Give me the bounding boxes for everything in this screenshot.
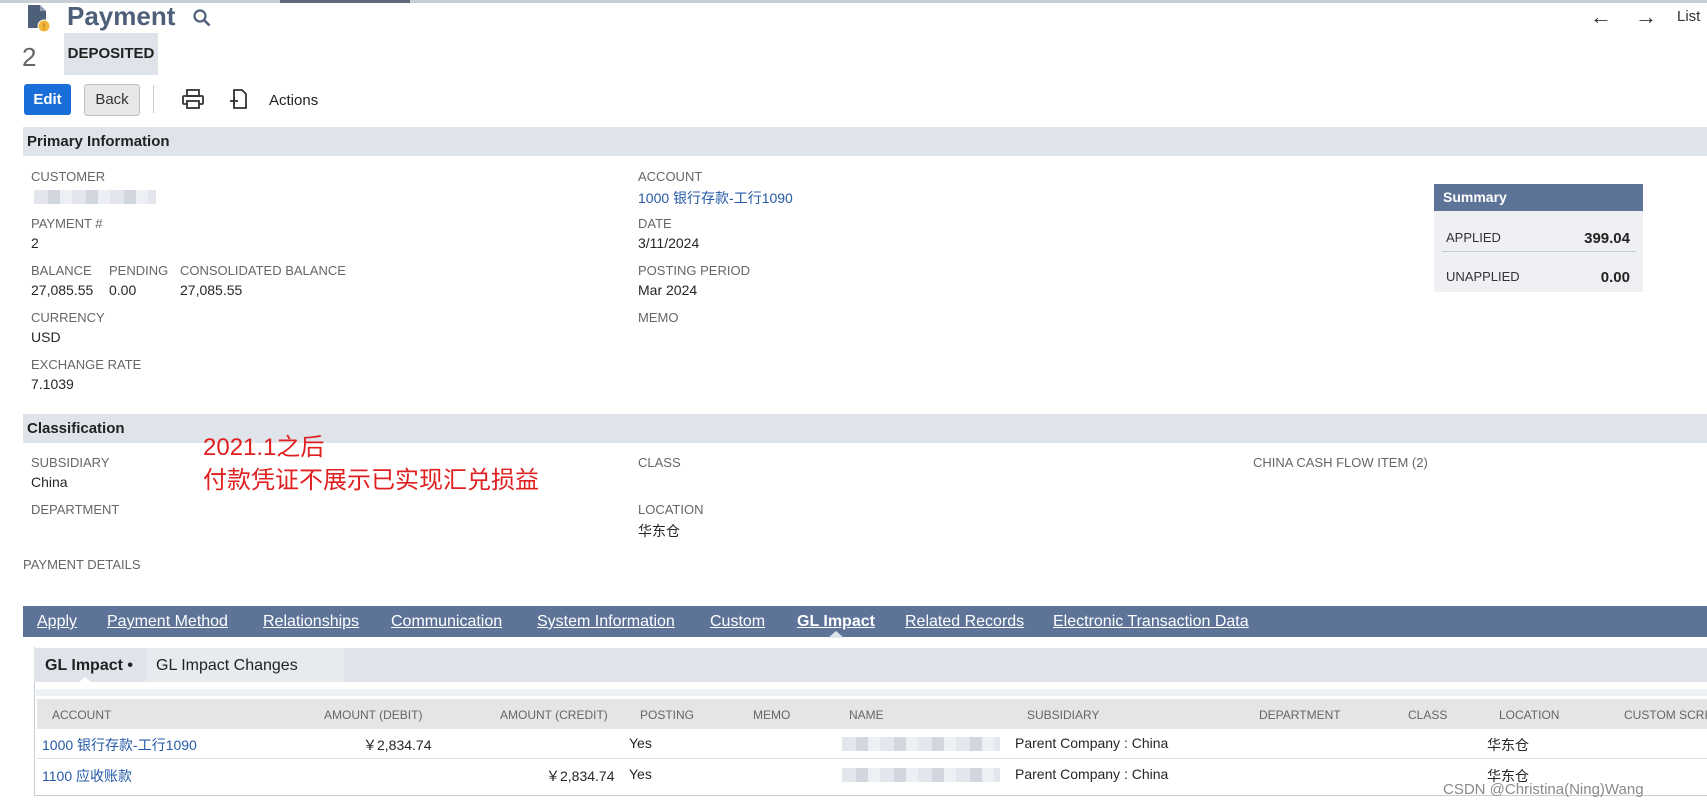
customer-label: CUSTOMER [31, 169, 106, 184]
subsidiary-value: China [31, 474, 68, 490]
account-label: ACCOUNT [638, 169, 703, 184]
consolidated-balance-label: CONSOLIDATED BALANCE [180, 263, 346, 278]
tab-related-records[interactable]: Related Records [905, 613, 1024, 631]
pending-value: 0.00 [109, 282, 137, 298]
row-subsidiary: Parent Company : China [1015, 735, 1169, 751]
col-subsidiary[interactable]: SUBSIDIARY [1027, 708, 1099, 722]
currency-label: CURRENCY [31, 310, 105, 325]
row-location: 华东仓 [1487, 737, 1529, 753]
pending-label: PENDING [109, 263, 169, 278]
payment-number-value: 2 [31, 235, 39, 251]
inner-tab-caret [78, 677, 92, 683]
unapplied-value: 0.00 [1600, 269, 1630, 286]
inner-tab-gl-impact-changes[interactable]: GL Impact Changes [156, 657, 298, 675]
tab-relationships[interactable]: Relationships [263, 613, 359, 631]
col-amount-credit[interactable]: AMOUNT (CREDIT) [500, 708, 608, 722]
unapplied-label: UNAPPLIED [1446, 269, 1520, 284]
next-record-arrow-icon[interactable]: → [1635, 4, 1657, 30]
exchange-rate-label: EXCHANGE RATE [31, 357, 142, 372]
row-posting: Yes [629, 766, 652, 782]
summary-divider [1442, 251, 1636, 252]
search-icon[interactable] [193, 9, 211, 27]
tab-payment-method[interactable]: Payment Method [107, 613, 228, 631]
memo-label: MEMO [638, 310, 679, 325]
row-account-link[interactable]: 1000 银行存款-工行1090 [42, 735, 197, 755]
edit-button[interactable]: Edit [24, 84, 71, 115]
date-label: DATE [638, 216, 672, 231]
gl-table-header: ACCOUNT AMOUNT (DEBIT) AMOUNT (CREDIT) P… [37, 699, 1707, 729]
active-tab-caret [828, 631, 844, 638]
payment-details-label: PAYMENT DETAILS [23, 557, 141, 572]
row-account-link[interactable]: 1100 应收账款 [42, 766, 132, 786]
posting-period-label: POSTING PERIOD [638, 263, 750, 278]
col-location[interactable]: LOCATION [1499, 708, 1559, 722]
payment-number-label: PAYMENT # [31, 216, 103, 231]
watermark: CSDN @Christina(Ning)Wang [1443, 781, 1644, 798]
row-credit: ￥2,834.74 [546, 768, 615, 784]
actions-menu[interactable]: Actions [269, 92, 318, 109]
payment-record-icon: ! [28, 5, 50, 32]
row-subsidiary: Parent Company : China [1015, 766, 1169, 782]
new-document-icon[interactable] [228, 88, 250, 110]
account-link[interactable]: 1000 银行存款-工行1090 [638, 188, 793, 208]
col-custom-script[interactable]: CUSTOM SCRI [1624, 708, 1707, 722]
balance-value: 27,085.55 [31, 282, 94, 298]
location-label: LOCATION [638, 502, 704, 517]
china-cash-flow-item-label: CHINA CASH FLOW ITEM (2) [1253, 455, 1428, 470]
currency-value: USD [31, 329, 61, 345]
col-class[interactable]: CLASS [1408, 708, 1447, 722]
tab-apply[interactable]: Apply [37, 613, 77, 631]
annotation-line-1: 2021.1之后 [203, 434, 325, 461]
tab-electronic-transaction-data[interactable]: Electronic Transaction Data [1053, 613, 1249, 631]
col-department[interactable]: DEPARTMENT [1259, 708, 1341, 722]
tab-custom[interactable]: Custom [710, 613, 765, 631]
page-title: Payment [67, 1, 176, 31]
summary-title: Summary [1434, 184, 1643, 211]
red-annotation: 2021.1之后 付款凭证不展示已实现汇兑损益 [203, 431, 539, 497]
list-link[interactable]: List [1677, 8, 1700, 25]
previous-record-arrow-icon[interactable]: ← [1590, 4, 1612, 30]
customer-value-redacted[interactable] [34, 190, 156, 204]
subtab-bar: Apply Payment Method Relationships Commu… [23, 606, 1707, 637]
posting-period-value: Mar 2024 [638, 282, 698, 298]
tab-communication[interactable]: Communication [391, 613, 502, 631]
toolbar-divider [153, 85, 154, 113]
back-button[interactable]: Back [84, 84, 140, 116]
record-number: 2 [22, 42, 37, 72]
col-account[interactable]: ACCOUNT [52, 708, 111, 722]
inner-tab-gl-impact[interactable]: GL Impact • [45, 657, 133, 675]
class-label: CLASS [638, 455, 681, 470]
print-icon[interactable] [182, 89, 204, 109]
subsidiary-label: SUBSIDIARY [31, 455, 110, 470]
col-posting[interactable]: POSTING [640, 708, 694, 722]
tab-gl-impact[interactable]: GL Impact [797, 613, 875, 631]
svg-text:!: ! [43, 23, 45, 32]
col-amount-debit[interactable]: AMOUNT (DEBIT) [324, 708, 422, 722]
balance-label: BALANCE [31, 263, 92, 278]
table-row: 1000 银行存款-工行1090 ￥2,834.74 Yes Parent Co… [37, 729, 1707, 759]
top-progress-line [0, 0, 1707, 3]
location-value: 华东仓 [638, 523, 680, 539]
exchange-rate-value: 7.1039 [31, 376, 74, 392]
col-memo[interactable]: MEMO [753, 708, 790, 722]
summary-panel: Summary APPLIED 399.04 UNAPPLIED 0.00 [1434, 184, 1643, 292]
date-value: 3/11/2024 [638, 235, 700, 251]
panel-stripe [36, 689, 1707, 696]
applied-value: 399.04 [1584, 230, 1630, 247]
section-primary-information[interactable]: Primary Information [23, 127, 1707, 156]
row-debit: ￥2,834.74 [363, 737, 432, 753]
status-badge: DEPOSITED [64, 33, 158, 75]
row-name-redacted[interactable] [842, 768, 1000, 782]
annotation-line-2: 付款凭证不展示已实现汇兑损益 [203, 467, 539, 494]
consolidated-balance-value: 27,085.55 [180, 282, 243, 298]
tab-system-information[interactable]: System Information [537, 613, 675, 631]
col-name[interactable]: NAME [849, 708, 884, 722]
row-posting: Yes [629, 735, 652, 751]
department-label: DEPARTMENT [31, 502, 120, 517]
gl-impact-inner-tabs: GL Impact • GL Impact Changes [34, 648, 1707, 682]
row-name-redacted[interactable] [842, 737, 1000, 751]
applied-label: APPLIED [1446, 230, 1501, 245]
